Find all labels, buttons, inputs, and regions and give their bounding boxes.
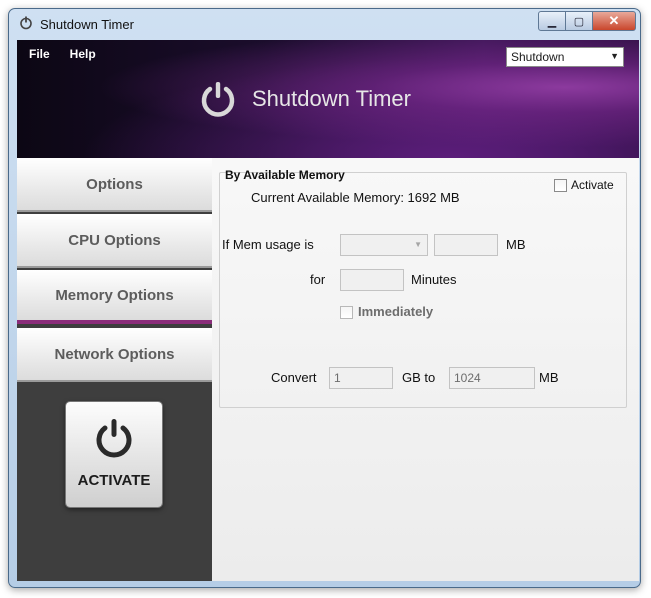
gb-input[interactable]: 1 <box>329 367 393 389</box>
close-icon: ✕ <box>608 13 620 28</box>
memory-options-panel: By Available Memory Activate Current Ava… <box>212 158 639 581</box>
minutes-label: Minutes <box>411 272 457 287</box>
caption-buttons: ▁ ▢ ✕ <box>538 11 636 31</box>
minutes-input[interactable] <box>340 269 404 291</box>
minimize-button[interactable]: ▁ <box>538 11 566 31</box>
mem-operator-dropdown[interactable]: ▼ <box>340 234 428 256</box>
mb-label: MB <box>539 370 559 385</box>
immediately-label: Immediately <box>358 304 434 319</box>
close-button[interactable]: ✕ <box>592 11 636 31</box>
mem-usage-input[interactable] <box>434 234 498 256</box>
menu-help[interactable]: Help <box>70 47 96 61</box>
power-icon <box>20 16 32 30</box>
header-banner: File Help Shutdown Timer Shutdown ▼ <box>17 40 639 158</box>
sidebar-item-memory-options[interactable]: Memory Options <box>17 270 212 324</box>
sidebar-item-label: Options <box>86 175 143 193</box>
maximize-icon: ▢ <box>573 15 585 28</box>
mem-usage-label: If Mem usage is <box>222 237 314 252</box>
sidebar-item-options[interactable]: Options <box>17 158 212 212</box>
minimize-icon: ▁ <box>547 15 557 28</box>
window-title: Shutdown Timer <box>40 17 134 32</box>
power-icon <box>201 82 235 117</box>
activate-checkbox-label: Activate <box>571 178 614 192</box>
chevron-down-icon: ▼ <box>414 240 422 249</box>
power-icon <box>96 419 132 458</box>
activate-button[interactable]: ACTIVATE <box>66 402 162 507</box>
maximize-button[interactable]: ▢ <box>566 11 592 31</box>
menu-file[interactable]: File <box>29 47 50 61</box>
sidebar-item-network-options[interactable]: Network Options <box>17 328 212 382</box>
current-memory-text: Current Available Memory: 1692 MB <box>251 190 460 205</box>
chevron-down-icon: ▼ <box>610 51 619 61</box>
convert-label: Convert <box>271 370 317 385</box>
sidebar-item-cpu-options[interactable]: CPU Options <box>17 214 212 268</box>
menu-bar: File Help <box>29 47 96 61</box>
app-window: Shutdown Timer ▁ ▢ ✕ File Help Shutdown … <box>8 8 641 588</box>
brand-title: Shutdown Timer <box>252 86 411 111</box>
title-bar[interactable]: Shutdown Timer ▁ ▢ ✕ <box>9 9 640 39</box>
mb-output[interactable]: 1024 <box>449 367 535 389</box>
activate-checkbox[interactable] <box>554 179 567 192</box>
sidebar-item-label: CPU Options <box>68 231 161 249</box>
mode-dropdown[interactable]: Shutdown ▼ <box>506 47 624 67</box>
group-title: By Available Memory <box>225 168 345 182</box>
immediately-checkbox[interactable] <box>340 306 353 319</box>
available-memory-group: By Available Memory Activate Current Ava… <box>219 168 627 408</box>
sidebar-item-label: Memory Options <box>55 286 174 304</box>
sidebar-item-label: Network Options <box>54 345 175 363</box>
client-area: File Help Shutdown Timer Shutdown ▼ Opti… <box>17 40 639 581</box>
activate-button-label: ACTIVATE <box>77 472 151 489</box>
for-label: for <box>310 272 326 287</box>
gb-to-label: GB to <box>402 370 436 385</box>
mode-dropdown-value: Shutdown <box>511 50 565 64</box>
mem-unit-label: MB <box>506 237 526 252</box>
sidebar: Options CPU Options Memory Options Netwo… <box>17 158 212 581</box>
